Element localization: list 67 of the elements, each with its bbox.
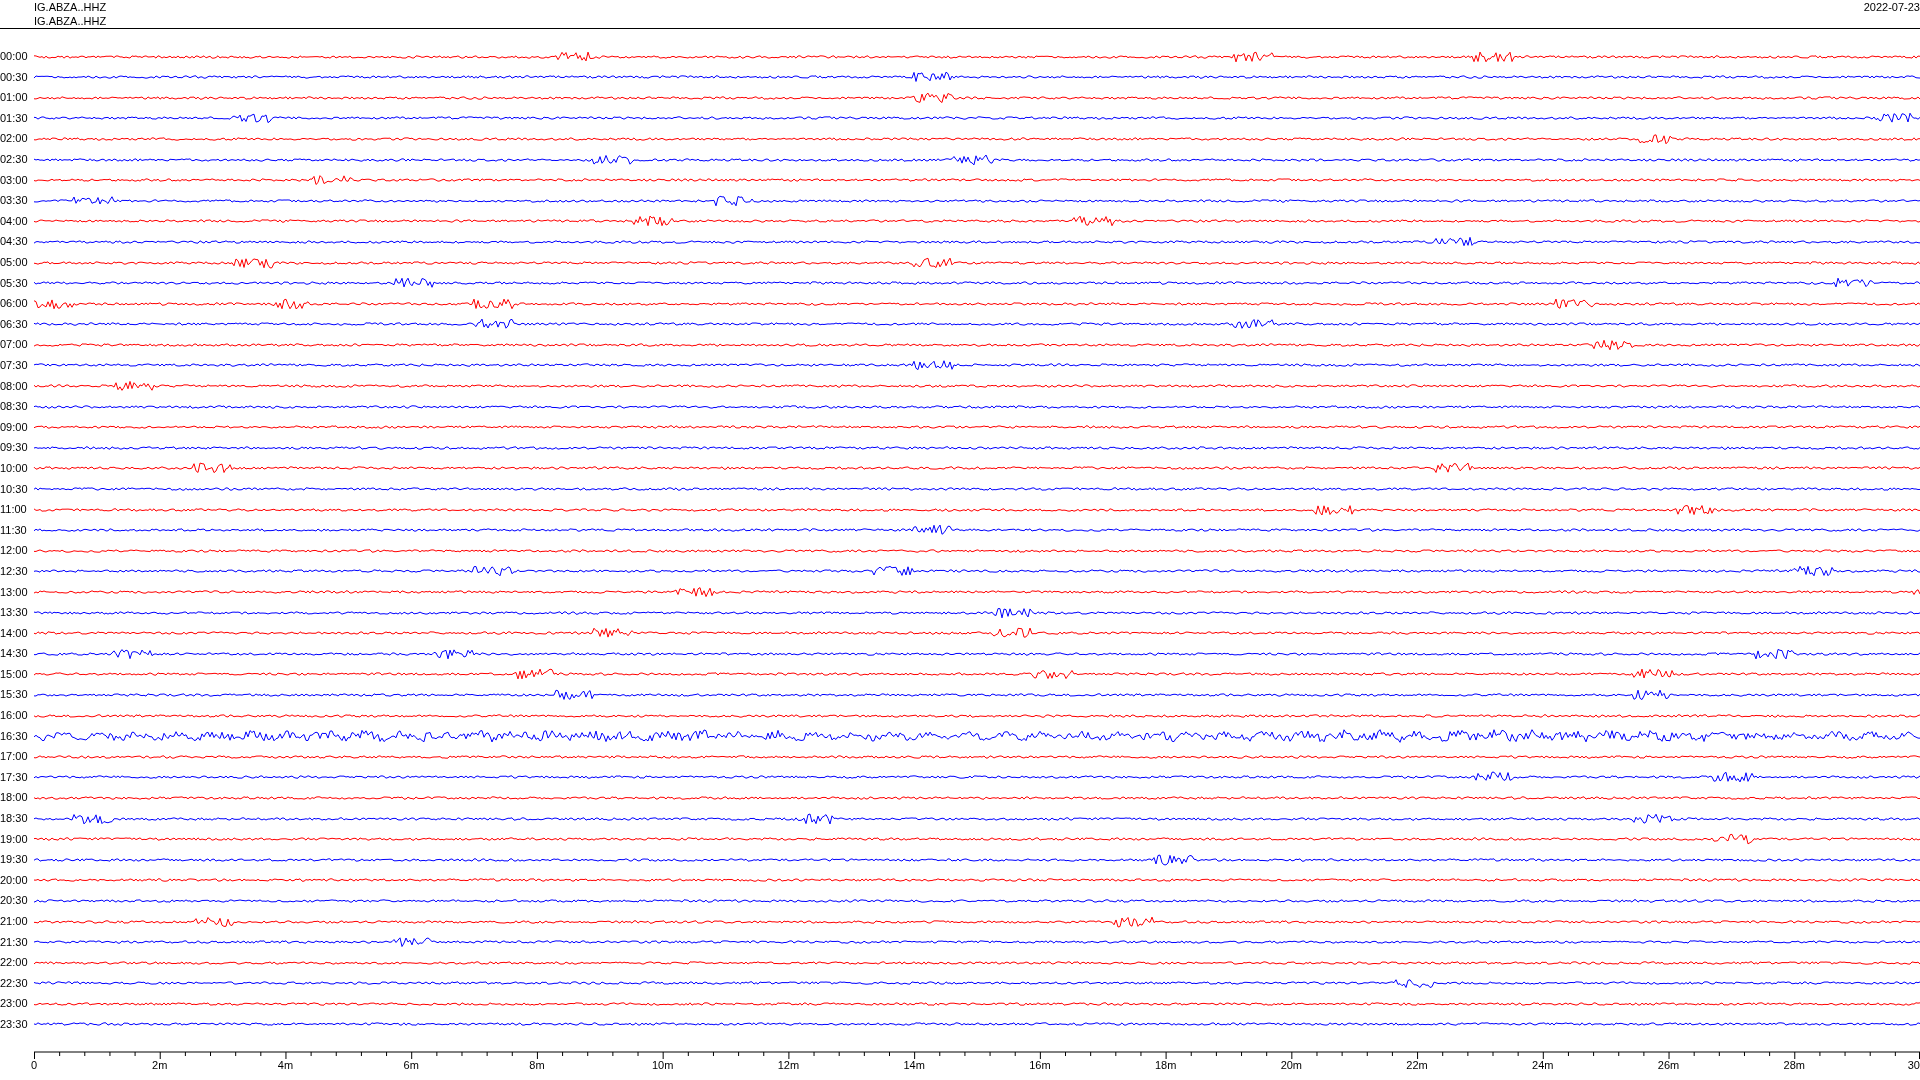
time-label: 07:30 xyxy=(0,359,29,371)
axis-tick-label: 16m xyxy=(1029,1059,1051,1071)
time-label: 03:00 xyxy=(0,174,29,186)
time-label: 08:00 xyxy=(0,380,29,392)
time-label: 10:00 xyxy=(0,462,29,474)
time-label: 22:30 xyxy=(0,977,29,989)
time-label: 14:30 xyxy=(0,648,29,660)
axis-tick-label: 22m xyxy=(1406,1059,1428,1071)
axis-tick-label: 0 xyxy=(30,1059,38,1071)
time-label: 19:30 xyxy=(0,854,29,866)
time-label: 23:00 xyxy=(0,998,29,1010)
axis-tick-label: 8m xyxy=(529,1059,545,1071)
time-label: 05:30 xyxy=(0,277,29,289)
axis-tick-label: 26m xyxy=(1657,1059,1680,1071)
time-label: 03:30 xyxy=(0,195,29,207)
time-label: 12:00 xyxy=(0,545,29,557)
station-label: IG.ABZA..HHZ xyxy=(34,0,107,14)
axis-tick-label: 18m xyxy=(1154,1059,1177,1071)
axis-tick-label: 4m xyxy=(277,1059,294,1071)
date-label: 2022-07-23 xyxy=(1863,0,1920,14)
time-label: 08:30 xyxy=(0,401,29,413)
time-label: 17:00 xyxy=(0,751,29,763)
time-label: 06:00 xyxy=(0,298,29,310)
time-label: 02:00 xyxy=(0,133,29,145)
time-label: 20:30 xyxy=(0,895,29,907)
time-label: 16:30 xyxy=(0,730,29,742)
time-label: 01:00 xyxy=(0,92,29,104)
time-label: 21:00 xyxy=(0,916,29,927)
time-label: 04:00 xyxy=(0,215,29,227)
axis-tick-label: 28m xyxy=(1783,1059,1805,1071)
time-label: 02:30 xyxy=(0,154,29,166)
time-label: 15:30 xyxy=(0,689,29,701)
time-label: 09:00 xyxy=(0,421,29,433)
axis-tick-label: 12m xyxy=(777,1059,800,1071)
axis-tick-label: 30 xyxy=(1907,1059,1920,1071)
time-label: 01:30 xyxy=(0,112,29,124)
time-label: 19:00 xyxy=(0,833,29,845)
time-label: 20:00 xyxy=(0,874,29,886)
time-label: 06:30 xyxy=(0,318,29,330)
time-label: 11:00 xyxy=(0,504,28,516)
time-label: 17:30 xyxy=(0,771,29,783)
time-label: 13:30 xyxy=(0,607,29,619)
axis-tick-label: 24m xyxy=(1532,1059,1554,1071)
axis-tick-label: 14m xyxy=(903,1059,925,1071)
time-label: 09:30 xyxy=(0,442,29,454)
time-label: 23:30 xyxy=(0,1018,29,1030)
axis-tick-label: 10m xyxy=(651,1059,674,1071)
axis-tick-label: 2m xyxy=(152,1059,168,1071)
time-label: 18:30 xyxy=(0,813,29,825)
time-label: 10:30 xyxy=(0,483,29,495)
time-label: 18:00 xyxy=(0,792,29,804)
time-label: 05:00 xyxy=(0,257,29,268)
time-label: 00:30 xyxy=(0,71,29,83)
time-label: 22:00 xyxy=(0,957,29,969)
time-label: 13:00 xyxy=(0,586,29,598)
time-label: 21:30 xyxy=(0,936,29,948)
time-label: 16:00 xyxy=(0,710,29,722)
time-label: 14:00 xyxy=(0,627,29,639)
axis-tick-label: 6m xyxy=(403,1059,419,1071)
time-label: 11:30 xyxy=(0,524,28,536)
time-label: 07:00 xyxy=(0,339,29,351)
time-label: 04:30 xyxy=(0,236,29,248)
station-label: IG.ABZA..HHZ xyxy=(34,14,107,28)
time-label: 12:30 xyxy=(0,565,29,577)
time-label: 00:00 xyxy=(0,51,29,63)
axis-tick-label: 20m xyxy=(1280,1059,1303,1071)
time-label: 15:00 xyxy=(0,668,29,680)
